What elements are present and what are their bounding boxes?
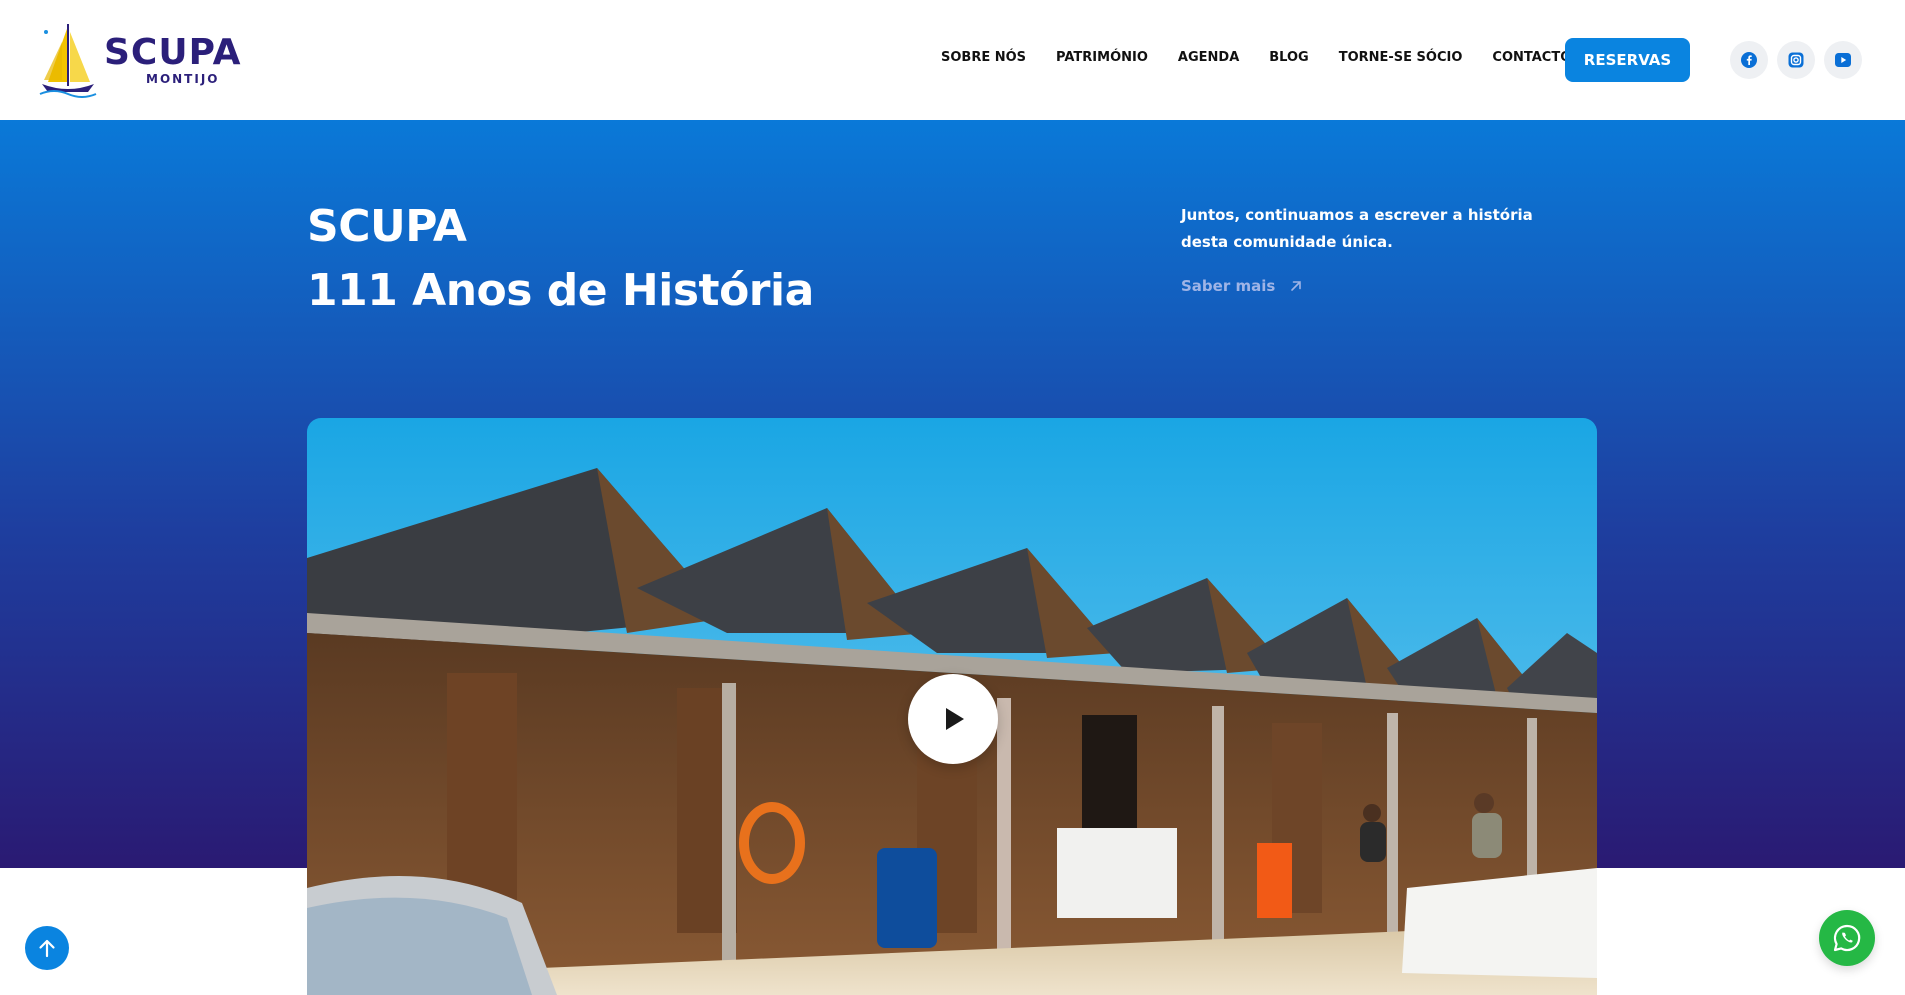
facebook-icon — [1741, 52, 1757, 68]
youtube-link[interactable] — [1824, 41, 1862, 79]
whatsapp-button[interactable] — [1819, 910, 1875, 966]
main-nav: SOBRE NÓS PATRIMÓNIO AGENDA BLOG TORNE-S… — [941, 50, 1611, 65]
nav-item-patrimonio[interactable]: PATRIMÓNIO — [1056, 50, 1148, 65]
scroll-to-top-button[interactable] — [25, 926, 69, 970]
saber-mais-label: Saber mais — [1181, 277, 1276, 295]
saber-mais-link[interactable]: Saber mais — [1181, 277, 1303, 295]
facebook-link[interactable] — [1730, 41, 1768, 79]
nav-item-torne-se-socio[interactable]: TORNE-SE SÓCIO — [1339, 50, 1463, 65]
nav-item-sobre-nos[interactable]: SOBRE NÓS — [941, 50, 1026, 65]
instagram-icon — [1788, 52, 1804, 68]
hero-title: SCUPA 111 Anos de História — [307, 195, 814, 323]
reservas-button[interactable]: RESERVAS — [1565, 38, 1690, 82]
logo-title: SCUPA — [104, 32, 242, 73]
hero-title-line2: 111 Anos de História — [307, 265, 814, 316]
nav-item-agenda[interactable]: AGENDA — [1178, 50, 1239, 65]
arrow-up-icon — [39, 939, 55, 958]
play-video-button[interactable] — [908, 674, 998, 764]
youtube-icon — [1835, 53, 1851, 67]
whatsapp-icon — [1833, 924, 1861, 952]
hero-description: Juntos, continuamos a escrever a históri… — [1181, 206, 1533, 251]
play-icon — [946, 708, 964, 730]
site-header: SCUPA MONTIJO SOBRE NÓS PATRIMÓNIO AGEND… — [0, 0, 1905, 120]
logo-subtitle: MONTIJO — [146, 72, 220, 86]
arrow-up-right-icon — [1291, 281, 1302, 291]
instagram-link[interactable] — [1777, 41, 1815, 79]
sailboat-logo-icon — [39, 24, 97, 98]
hero-title-line1: SCUPA — [307, 201, 467, 252]
site-logo[interactable]: SCUPA MONTIJO — [38, 22, 268, 98]
nav-item-blog[interactable]: BLOG — [1269, 50, 1308, 65]
